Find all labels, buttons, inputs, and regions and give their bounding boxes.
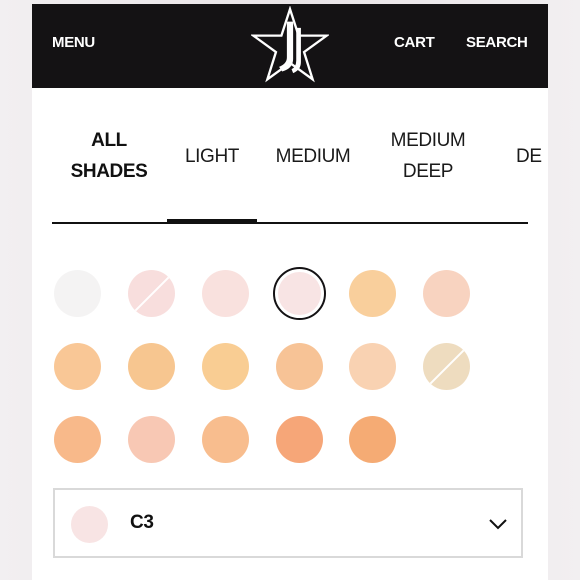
cart-link[interactable]: CART — [394, 34, 435, 52]
tab-medium[interactable]: MEDIUM — [260, 88, 366, 224]
unavailable-slash — [129, 271, 174, 316]
menu-link[interactable]: MENU — [52, 34, 95, 52]
shade-swatch[interactable] — [349, 270, 396, 317]
shade-swatch[interactable] — [202, 343, 249, 390]
tab-deep[interactable]: DE — [516, 88, 548, 224]
search-link[interactable]: SEARCH — [466, 34, 528, 52]
tab-light[interactable]: LIGHT — [168, 88, 256, 224]
shade-swatch-selected[interactable] — [273, 267, 326, 320]
shade-swatch[interactable] — [423, 343, 470, 390]
selected-shade-dropdown[interactable]: C3 — [53, 488, 523, 558]
tab-label: DEEP — [402, 161, 454, 182]
shade-swatch[interactable] — [54, 343, 101, 390]
shade-swatch[interactable] — [54, 270, 101, 317]
tab-label: MEDIUM — [275, 145, 351, 167]
tabs-divider — [52, 222, 528, 224]
chevron-down-icon[interactable] — [489, 519, 507, 530]
tab-label: DE — [516, 145, 542, 167]
shade-swatch[interactable] — [423, 270, 470, 317]
shade-swatch-fill — [278, 272, 321, 315]
shade-swatch[interactable] — [349, 343, 396, 390]
tab-label: SHADES — [70, 161, 148, 182]
product-shade-panel: MENU CART SEARCH ALL SHADES LIGHT MEDIUM… — [32, 4, 548, 580]
shade-swatch[interactable] — [202, 416, 249, 463]
shade-swatch[interactable] — [128, 343, 175, 390]
shade-swatch[interactable] — [349, 416, 396, 463]
star-logo-icon[interactable] — [251, 6, 329, 84]
shade-swatch[interactable] — [202, 270, 249, 317]
tab-label: MEDIUM — [390, 130, 466, 151]
selected-shade-swatch — [71, 506, 108, 543]
shade-swatch[interactable] — [276, 416, 323, 463]
shade-swatch[interactable] — [128, 416, 175, 463]
shade-swatch[interactable] — [276, 343, 323, 390]
shade-range-tabs: ALL SHADES LIGHT MEDIUM MEDIUM DEEP DE — [52, 88, 548, 226]
tab-all-shades[interactable]: ALL SHADES — [52, 88, 166, 224]
shade-swatch[interactable] — [54, 416, 101, 463]
tab-label: LIGHT — [185, 145, 239, 167]
unavailable-slash — [424, 344, 469, 389]
tab-label: ALL — [91, 130, 127, 151]
shade-swatch[interactable] — [128, 270, 175, 317]
tab-medium-deep[interactable]: MEDIUM DEEP — [374, 88, 482, 224]
selected-shade-label: C3 — [130, 512, 154, 533]
site-header: MENU CART SEARCH — [32, 4, 548, 88]
